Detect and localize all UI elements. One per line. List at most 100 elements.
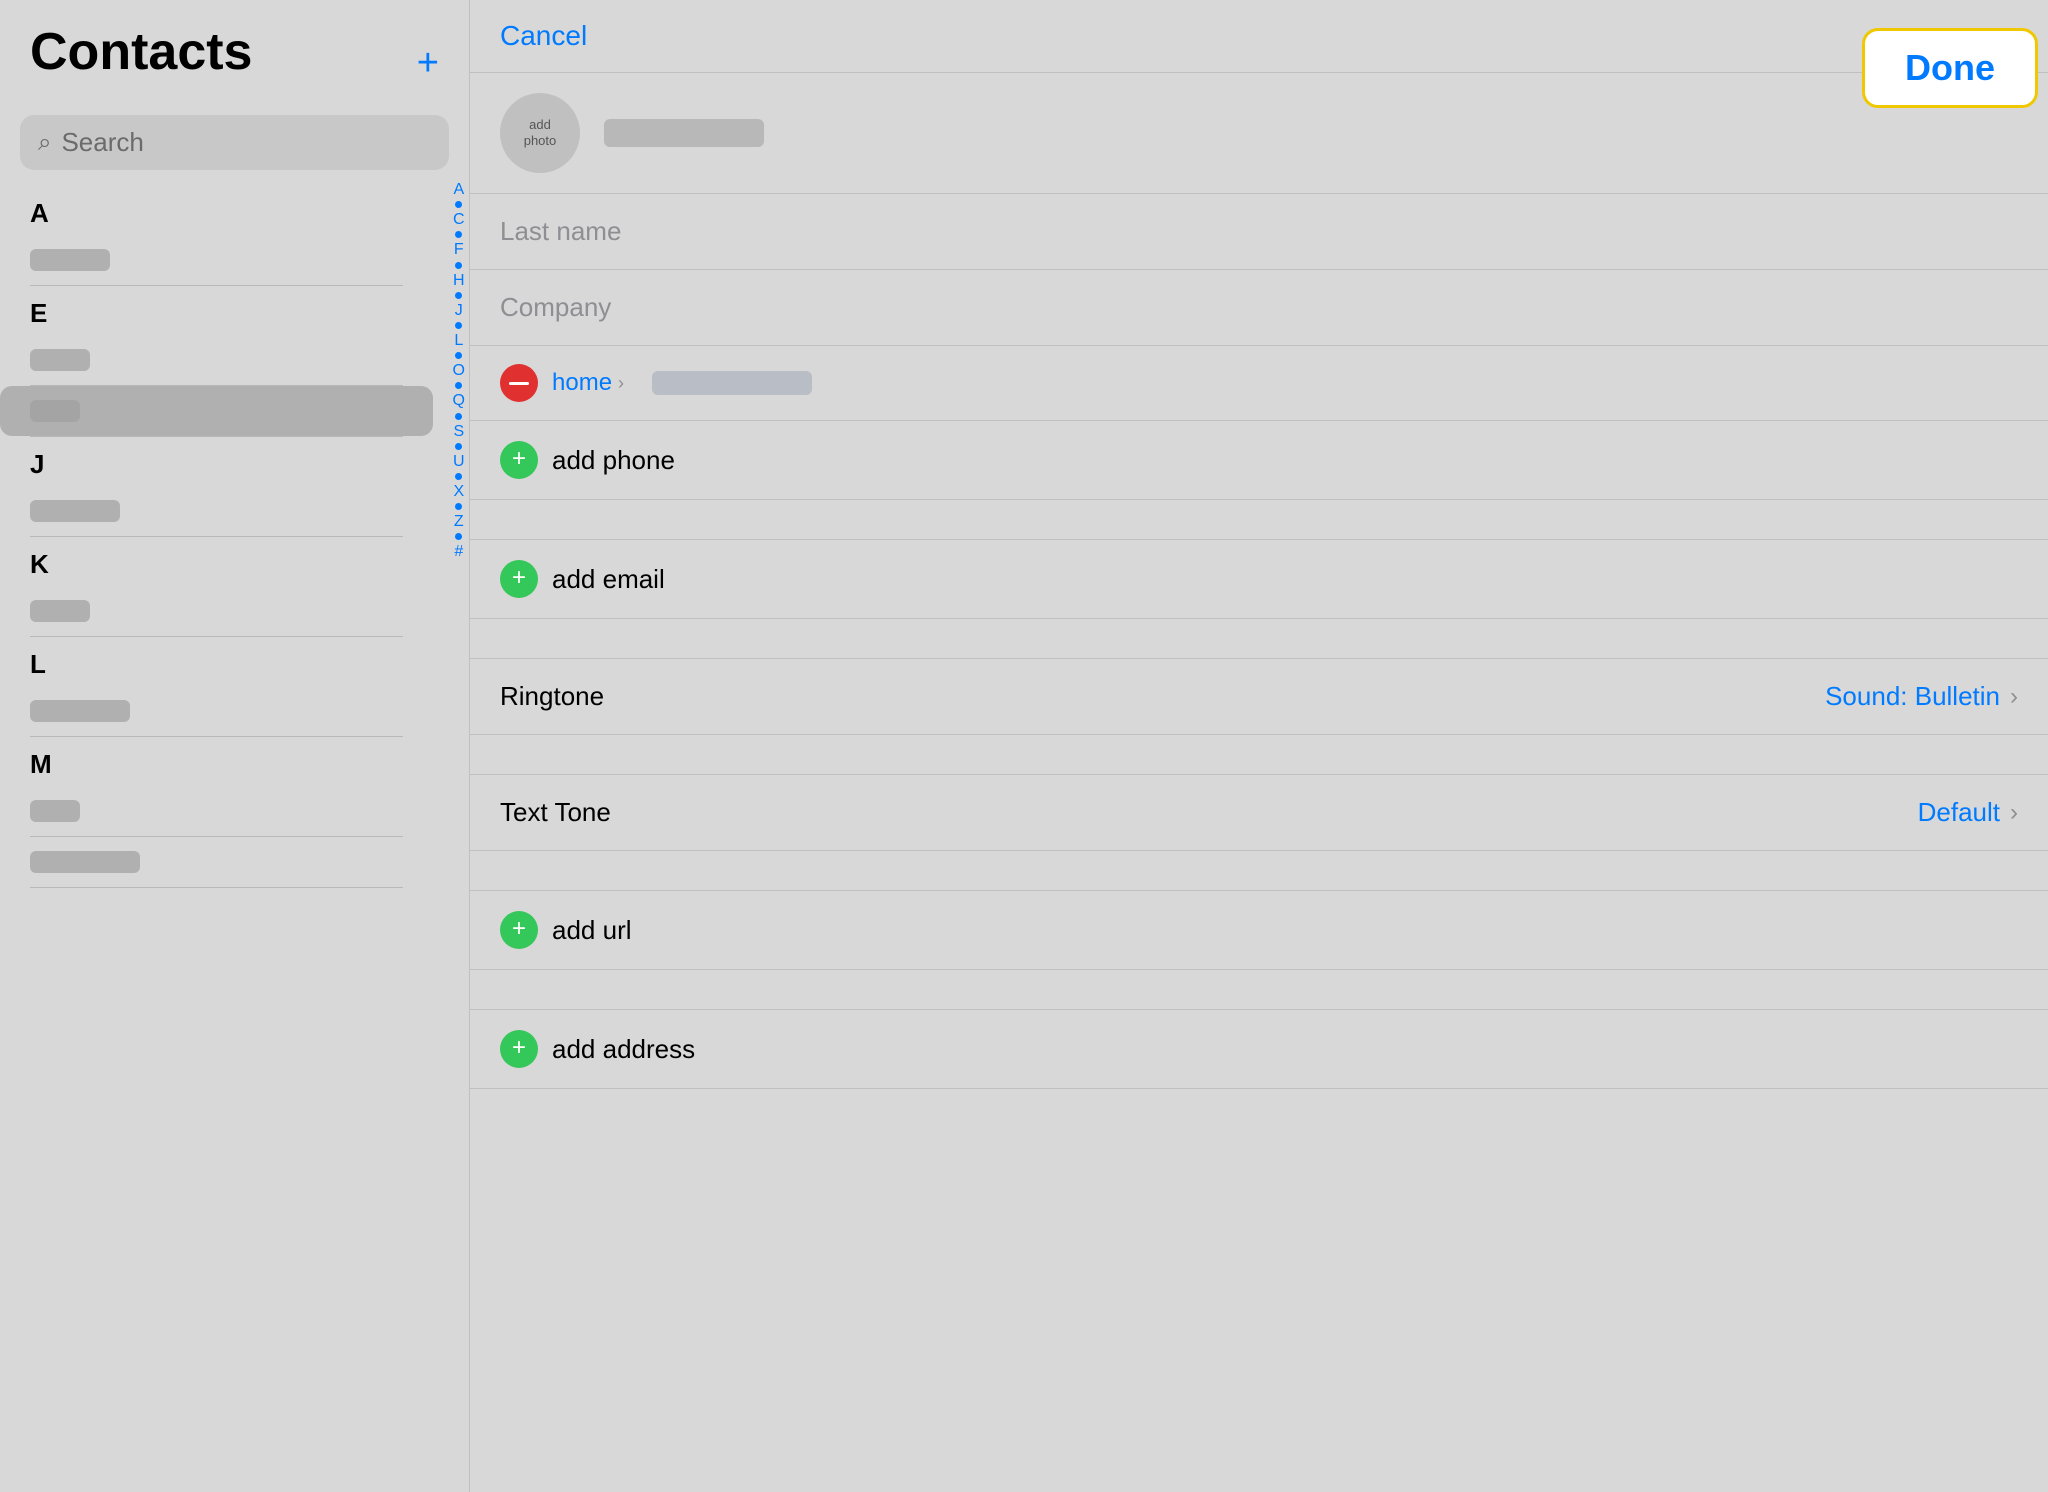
contact-name-blur [30, 400, 80, 422]
contact-name-blur [30, 249, 110, 271]
add-contact-button[interactable]: + [407, 32, 449, 95]
add-address-row[interactable]: + add address [470, 1010, 2048, 1089]
remove-phone-button[interactable] [500, 364, 538, 402]
alpha-hash[interactable]: # [454, 542, 463, 561]
phone-row: home › [470, 346, 2048, 421]
alpha-z[interactable]: Z [454, 512, 464, 531]
contact-name-blur [30, 700, 130, 722]
add-photo-label: addphoto [524, 117, 557, 148]
alpha-o[interactable]: O [453, 361, 465, 380]
section-header-e: E [0, 286, 433, 335]
add-url-label: add url [552, 915, 632, 946]
add-phone-row[interactable]: + add phone [470, 421, 2048, 500]
phone-label: home [552, 369, 612, 397]
list-item[interactable] [0, 235, 433, 285]
contact-name-blur [30, 600, 90, 622]
search-placeholder: Search [61, 127, 143, 158]
alpha-dot [455, 382, 462, 389]
ringtone-value: Sound: Bulletin [1825, 681, 2000, 712]
add-email-row[interactable]: + add email [470, 540, 2048, 619]
alpha-s[interactable]: S [453, 422, 464, 441]
section-header-m: M [0, 737, 433, 786]
last-name-placeholder: Last name [500, 216, 621, 246]
alpha-u[interactable]: U [453, 452, 465, 471]
alpha-j[interactable]: J [455, 301, 463, 320]
phone-label-selector[interactable]: home › [552, 369, 624, 397]
alpha-a[interactable]: A [453, 180, 464, 199]
ringtone-row[interactable]: Ringtone Sound: Bulletin › [470, 659, 2048, 735]
spacer [470, 619, 2048, 659]
alpha-dot [455, 473, 462, 480]
list-item-selected[interactable] [0, 386, 433, 436]
add-phone-label: add phone [552, 445, 675, 476]
plus-icon: + [512, 566, 526, 590]
edit-header: Cancel Done Done [470, 0, 2048, 73]
add-address-button[interactable]: + [500, 1030, 538, 1068]
alpha-h[interactable]: H [453, 271, 465, 290]
sidebar-header: Contacts + [0, 0, 469, 105]
add-address-label: add address [552, 1034, 695, 1065]
alpha-dot [455, 262, 462, 269]
section-header-l: L [0, 637, 433, 686]
list-item[interactable] [0, 586, 433, 636]
plus-icon: + [512, 447, 526, 471]
alpha-dot [455, 413, 462, 420]
alpha-dot [455, 443, 462, 450]
alpha-dot [455, 533, 462, 540]
list-item[interactable] [0, 686, 433, 736]
plus-icon: + [512, 917, 526, 941]
company-field[interactable]: Company [470, 270, 2048, 346]
add-email-button[interactable]: + [500, 560, 538, 598]
add-phone-button[interactable]: + [500, 441, 538, 479]
cancel-button[interactable]: Cancel [500, 20, 587, 52]
contact-name-blur [30, 800, 80, 822]
contact-name-blur [30, 500, 120, 522]
text-tone-value: Default [1918, 797, 2000, 828]
phone-value-blur [652, 371, 812, 395]
contacts-title: Contacts [30, 24, 252, 81]
list-item[interactable] [0, 335, 433, 385]
done-callout-box: Done [1862, 28, 2038, 108]
contact-name-blur [30, 851, 140, 873]
search-icon: ⌕ [38, 129, 51, 157]
list-item[interactable] [0, 837, 433, 887]
contact-photo-name-row: addphoto [470, 73, 2048, 194]
add-photo-button[interactable]: addphoto [500, 93, 580, 173]
list-item[interactable] [0, 486, 433, 536]
divider [30, 887, 403, 888]
ringtone-label: Ringtone [500, 681, 604, 712]
alpha-dot [455, 231, 462, 238]
contact-list: A E J K L M [0, 186, 469, 1492]
add-url-row[interactable]: + add url [470, 891, 2048, 970]
section-header-a: A [0, 186, 433, 235]
search-bar[interactable]: ⌕ Search [20, 115, 449, 170]
list-item[interactable] [0, 786, 433, 836]
alphabet-index: A C F H J L O Q S U X Z # [453, 180, 465, 561]
spacer [470, 735, 2048, 775]
chevron-right-icon: › [2010, 683, 2018, 711]
alpha-x[interactable]: X [453, 482, 464, 501]
contact-name-blur [30, 349, 90, 371]
spacer [470, 970, 2048, 1010]
chevron-right-icon: › [618, 373, 624, 394]
last-name-field[interactable]: Last name [470, 194, 2048, 270]
text-tone-row[interactable]: Text Tone Default › [470, 775, 2048, 851]
company-placeholder: Company [500, 292, 611, 322]
alpha-dot [455, 352, 462, 359]
alpha-c[interactable]: C [453, 210, 465, 229]
contacts-sidebar: Contacts + ⌕ Search A E J K [0, 0, 470, 1492]
alpha-dot [455, 322, 462, 329]
alpha-l[interactable]: L [454, 331, 463, 350]
alpha-dot [455, 503, 462, 510]
ringtone-value-area: Sound: Bulletin › [1825, 681, 2018, 712]
add-url-button[interactable]: + [500, 911, 538, 949]
spacer [470, 500, 2048, 540]
contact-edit-panel: Cancel Done Done addphoto Last name Comp… [470, 0, 2048, 1492]
plus-icon: + [512, 1036, 526, 1060]
section-header-k: K [0, 537, 433, 586]
text-tone-value-area: Default › [1918, 797, 2018, 828]
alpha-dot [455, 201, 462, 208]
spacer [470, 851, 2048, 891]
alpha-q[interactable]: Q [453, 391, 465, 410]
alpha-f[interactable]: F [454, 240, 464, 259]
